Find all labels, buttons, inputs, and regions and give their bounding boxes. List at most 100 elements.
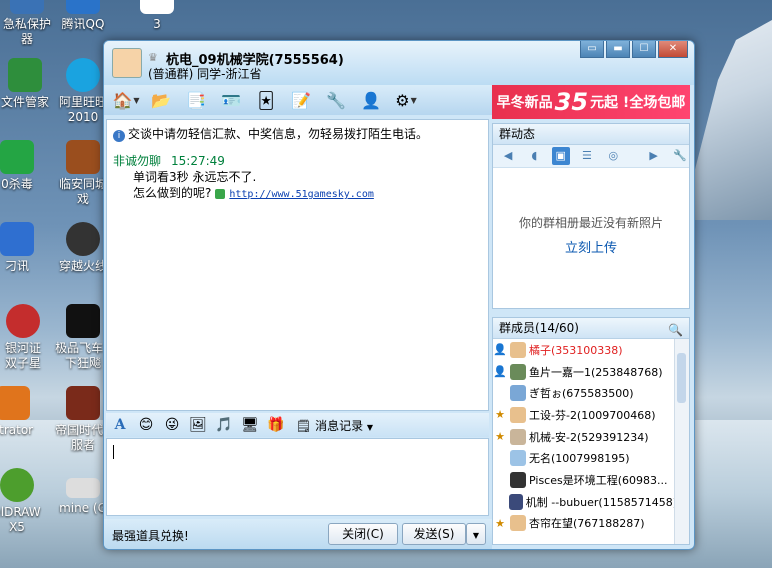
member-row[interactable]: Pisces是环境工程(60983... (493, 469, 677, 491)
desktop-icon-qq[interactable]: 腾讯QQ (52, 0, 114, 32)
gift-icon[interactable]: 🎁 (266, 417, 286, 433)
emoji-icon[interactable]: 😊 (136, 417, 156, 433)
folder-icon: 📂 (151, 90, 171, 110)
album-icon: 📑 (186, 90, 206, 110)
send-button[interactable]: 发送(S) (402, 523, 466, 545)
music-icon[interactable]: 🎵 (214, 417, 234, 433)
message-log-label: 消息记录 (315, 418, 364, 433)
prev-arrow-icon[interactable]: ◀ (499, 147, 517, 165)
group-card-button[interactable]: 🪪 (215, 88, 247, 112)
member-row[interactable]: 👤 鱼片一嘉一1(253848768) (493, 361, 677, 383)
group-album-button[interactable]: 📑 (180, 88, 212, 112)
member-name: 工设-芬-2(1009700468) (529, 408, 656, 422)
desktop-icon-securities[interactable]: 银河证 双子星 (0, 304, 54, 371)
close-window-button[interactable]: ✕ (658, 41, 688, 58)
empty-album-text: 你的群相册最近没有新照片 (518, 216, 663, 230)
image-icon[interactable]: 🖼 (188, 417, 208, 433)
desktop-icon-xunlei[interactable]: 刁讯 (0, 222, 48, 274)
ad-prefix: 早冬新品 (496, 95, 553, 111)
group-member-button[interactable]: 👤 (355, 88, 387, 112)
send-options-button[interactable]: ▼ (466, 523, 486, 545)
message-sender[interactable]: 非诚勿聊 (113, 154, 161, 168)
member-name: ぎ哲ぉ(675583500) (529, 387, 634, 401)
member-scrollbar[interactable] (674, 339, 689, 544)
member-row[interactable]: 无名(1007998195) (493, 447, 677, 469)
upload-now-link[interactable]: 立刻上传 (493, 237, 689, 256)
toolbar: 🏠 ▼ 📂 📑 🪪 🃏 📝 🔧 👤 ⚙ ▼ (104, 85, 492, 115)
group-activity-button[interactable]: 📝 (285, 88, 317, 112)
desktop-mountain (682, 20, 772, 220)
member-row[interactable]: ★ 工设-芬-2(1009700468) (493, 404, 677, 426)
member-name: 杏帘在望(767188287) (529, 517, 645, 531)
member-name: 机械-安-2(529391234) (529, 430, 649, 444)
desktop-icon-label: 银河证 双子星 (4, 341, 41, 370)
group-dynamic-tabs: ◀ ◖ ▣ ☰ ◎ ▶ 🔧 (493, 145, 689, 168)
qq-group-chat-window: ♛ 杭电_09机械学院(7555564) (普通群) 同学-浙江省 ▭ ▬ ☐ … (103, 40, 695, 550)
desktop-icon-label: mine (G (59, 501, 107, 515)
text-caret (113, 445, 114, 459)
group-avatar[interactable] (112, 48, 142, 78)
group-share-button[interactable]: 📂 (145, 88, 177, 112)
message-log-button[interactable]: 🗒 消息记录 ▼ (296, 417, 373, 434)
photo-icon[interactable]: ▣ (551, 147, 570, 165)
desktop-icon-coreldraw[interactable]: elDRAW X5 (0, 468, 48, 535)
search-icon[interactable]: 🔍 (668, 320, 683, 340)
right-panel: 群动态 ◀ ◖ ▣ ☰ ◎ ▶ 🔧 你的群相册最近没有新照片 立刻上传 群成员(… (492, 121, 692, 547)
window-subtitle: (普通群) 同学-浙江省 (148, 67, 262, 81)
security-notice: i 交谈中请勿轻信汇款、中奖信息，勿轻易拨打陌生电话。 (113, 125, 428, 142)
next-arrow-icon[interactable]: ▶ (644, 147, 662, 165)
promo-link[interactable]: 最强道具兑换! (112, 527, 189, 544)
desktop-icon-privacy[interactable]: 急私保护 器 (0, 0, 58, 47)
group-game-button[interactable]: 🃏 (250, 88, 282, 112)
screenshot-icon[interactable]: 🖥 (240, 417, 260, 433)
member-row[interactable]: ★ 机械-安-2(529391234) (493, 426, 677, 448)
cards-icon: 🃏 (257, 90, 275, 110)
minimize-button[interactable]: ▬ (606, 41, 630, 58)
group-settings-button[interactable]: ⚙ ▼ (390, 88, 422, 112)
chevron-down-icon: ▼ (133, 95, 140, 105)
member-row[interactable]: ぎ哲ぉ(675583500) (493, 382, 677, 404)
member-name: 无名(1007998195) (529, 452, 630, 466)
avatar (510, 450, 526, 467)
wrench-icon[interactable]: 🔧 (671, 147, 689, 165)
desktop-icon-label: 3 (153, 17, 161, 31)
member-row[interactable]: 👤 橘子(353100338) (493, 339, 677, 361)
title-bar[interactable]: ♛ 杭电_09机械学院(7555564) (普通群) 同学-浙江省 ▭ ▬ ☐ … (104, 41, 694, 85)
list-icon[interactable]: ☰ (578, 147, 596, 165)
avatar (510, 406, 526, 423)
desktop-icon-antivirus[interactable]: 0杀毒 (0, 140, 48, 192)
message-link[interactable]: http://www.51gamesky.com (229, 189, 374, 200)
font-icon[interactable]: A (110, 417, 130, 433)
member-row[interactable]: 机制 --bubuer(1158571458) (493, 491, 677, 513)
member-row[interactable]: ★ 杏帘在望(767188287) (493, 513, 677, 535)
skin-button[interactable]: ▭ (580, 41, 604, 58)
maximize-button[interactable]: ☐ (632, 41, 656, 58)
close-button[interactable]: 关闭(C) (328, 523, 398, 545)
chat-history[interactable]: i 交谈中请勿轻信汇款、中奖信息，勿轻易拨打陌生电话。 非诚勿聊 15:27:49 … (106, 119, 489, 411)
notice-text: 交谈中请勿轻信汇款、中奖信息，勿轻易拨打陌生电话。 (128, 127, 429, 141)
desktop-icon-label: 临安同城 戏 (58, 177, 107, 206)
group-home-button[interactable]: 🏠 ▼ (110, 88, 142, 112)
star-icon: ★ (495, 430, 505, 444)
desktop-icon-file-manager[interactable]: 文件管家 (0, 58, 56, 110)
target-icon[interactable]: ◎ (604, 147, 622, 165)
scroll-thumb[interactable] (677, 353, 686, 403)
desktop-icon-label: 阿里旺旺 2010 (58, 95, 107, 124)
chevron-down-icon: ▼ (410, 95, 417, 105)
desktop-icon-3[interactable]: 3 (126, 0, 188, 32)
avatar (510, 385, 526, 402)
shield-icon (10, 0, 44, 14)
chevron-down-icon: ▼ (366, 422, 374, 432)
members-count: 群成员(14/60) (499, 321, 579, 335)
message-input[interactable] (106, 438, 489, 516)
ad-banner[interactable]: 早冬新品 35 元起 !全场包邮 (492, 85, 690, 119)
message-header: 非诚勿聊 15:27:49 (113, 152, 225, 169)
plus-list-icon: 📝 (291, 90, 311, 110)
member-name: Pisces是环境工程(60983... (529, 473, 668, 487)
avatar (510, 515, 526, 532)
desktop-icon-illustrator[interactable]: strator (0, 386, 44, 438)
speaker-icon[interactable]: ◖ (525, 147, 543, 165)
info-icon: i (113, 130, 125, 142)
magic-emoji-icon[interactable]: 😜 (162, 417, 182, 433)
group-tools-button[interactable]: 🔧 (320, 88, 352, 112)
